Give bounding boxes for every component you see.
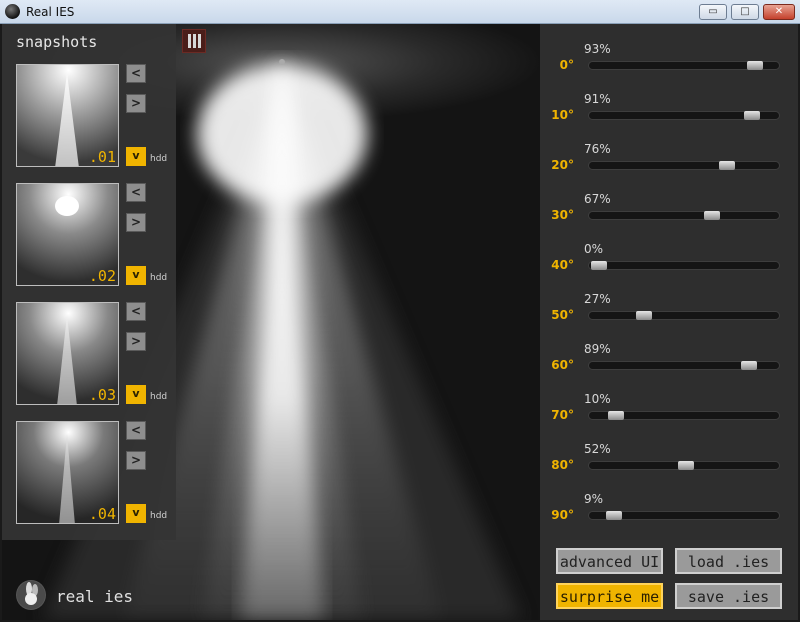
intensity-value: 9% [584,492,604,506]
load-ies-button[interactable]: load .ies [675,548,782,574]
snapshot-prev-button[interactable]: < [126,64,146,83]
intensity-slider[interactable] [588,361,780,370]
angle-label: 0° [559,58,574,72]
intensity-value: 76% [584,142,611,156]
title-bar: Real IES ▭ □ ✕ [0,0,800,24]
hdd-label: hdd [150,392,168,402]
intensity-value: 93% [584,42,611,56]
angle-row: 90° 9% [540,484,798,534]
angle-row: 60° 89% [540,334,798,384]
snapshot-next-button[interactable]: > [126,94,146,113]
snapshot-save-button[interactable]: v [126,385,146,404]
snapshots-panel: snapshots .01 < > v hdd .02 < > v hdd .0… [2,24,176,540]
angle-label: 10° [551,108,574,122]
snapshot-prev-button[interactable]: < [126,421,146,440]
intensity-slider[interactable] [588,311,780,320]
slider-handle[interactable] [636,311,653,320]
brand-name: real ies [56,587,134,606]
snapshot-thumbnail[interactable]: .01 [16,64,119,167]
angle-row: 30° 67% [540,184,798,234]
angle-label: 20° [551,158,574,172]
slider-handle[interactable] [703,211,720,220]
snapshots-title: snapshots [16,33,98,51]
angle-row: 10° 91% [540,84,798,134]
intensity-slider[interactable] [588,411,780,420]
slider-handle[interactable] [740,361,757,370]
slider-handle[interactable] [607,411,624,420]
intensity-value: 91% [584,92,611,106]
snapshot-label: .02 [88,267,116,285]
intensity-value: 10% [584,392,611,406]
rabbit-logo-icon [16,580,46,610]
slider-handle[interactable] [606,511,623,520]
snapshot-save-button[interactable]: v [126,266,146,285]
maximize-button[interactable]: □ [731,4,759,20]
slider-handle[interactable] [718,161,735,170]
hdd-label: hdd [150,273,168,283]
hdd-label: hdd [150,511,168,521]
intensity-panel: 0° 93% 10° 91% 20° 76% 30° 67% 40° 0% 50° 27% 60° 89%… [540,24,798,620]
angle-row: 40° 0% [540,234,798,284]
app-area: snapshots .01 < > v hdd .02 < > v hdd .0… [2,24,798,620]
snapshot-label: .04 [88,505,116,523]
surprise-me-button[interactable]: surprise me [556,583,663,609]
angle-row: 20° 76% [540,134,798,184]
pause-icon[interactable] [182,29,206,53]
angle-row: 0° 93% [540,34,798,84]
angle-label: 40° [551,258,574,272]
snapshot-save-button[interactable]: v [126,504,146,523]
intensity-slider[interactable] [588,511,780,520]
slider-handle[interactable] [747,61,764,70]
intensity-slider[interactable] [588,211,780,220]
advanced-ui-button[interactable]: advanced UI [556,548,663,574]
window-title: Real IES [26,5,75,19]
intensity-value: 52% [584,442,611,456]
angle-label: 60° [551,358,574,372]
snapshot-thumbnail[interactable]: .03 [16,302,119,405]
intensity-slider[interactable] [588,461,780,470]
minimize-button[interactable]: ▭ [699,4,727,20]
angle-row: 80° 52% [540,434,798,484]
hdd-label: hdd [150,154,168,164]
snapshot-next-button[interactable]: > [126,451,146,470]
intensity-slider[interactable] [588,111,780,120]
angle-label: 70° [551,408,574,422]
close-button[interactable]: ✕ [763,4,795,20]
snapshot-next-button[interactable]: > [126,213,146,232]
intensity-value: 89% [584,342,611,356]
angle-label: 90° [551,508,574,522]
intensity-slider[interactable] [588,61,780,70]
angle-row: 70° 10% [540,384,798,434]
intensity-value: 27% [584,292,611,306]
slider-handle[interactable] [591,261,607,270]
save-ies-button[interactable]: save .ies [675,583,782,609]
intensity-value: 0% [584,242,604,256]
angle-label: 50° [551,308,574,322]
snapshot-save-button[interactable]: v [126,147,146,166]
snapshot-thumbnail[interactable]: .02 [16,183,119,286]
intensity-slider[interactable] [588,161,780,170]
snapshot-prev-button[interactable]: < [126,183,146,202]
snapshot-label: .01 [88,148,116,166]
snapshot-next-button[interactable]: > [126,332,146,351]
angle-label: 30° [551,208,574,222]
slider-handle[interactable] [678,461,695,470]
snapshot-label: .03 [88,386,116,404]
angle-row: 50° 27% [540,284,798,334]
angle-label: 80° [551,458,574,472]
intensity-slider[interactable] [588,261,780,270]
app-icon [5,4,20,19]
snapshot-prev-button[interactable]: < [126,302,146,321]
snapshot-thumbnail[interactable]: .04 [16,421,119,524]
slider-handle[interactable] [743,111,760,120]
intensity-value: 67% [584,192,611,206]
